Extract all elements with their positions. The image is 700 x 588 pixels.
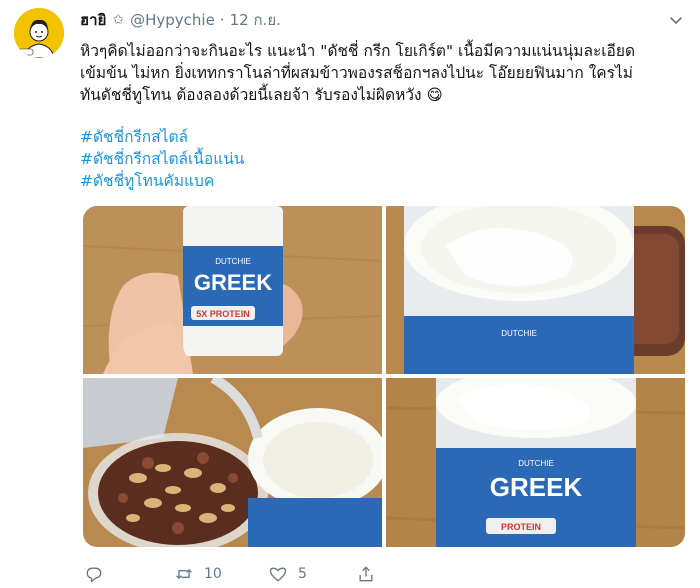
retweet-icon <box>174 564 194 584</box>
reply-button[interactable] <box>84 562 114 586</box>
hashtag-link[interactable]: #ดัชชี่ทูโทนคัมแบค <box>80 170 244 192</box>
timestamp[interactable]: 12 ก.ย. <box>230 8 281 32</box>
like-button[interactable]: 5 <box>268 562 307 586</box>
photo-product-text: GREEK <box>194 270 272 295</box>
photo-yogurt-top-view[interactable]: DUTCHIE <box>386 206 685 374</box>
retweet-button[interactable]: 10 <box>174 562 222 586</box>
avatar[interactable] <box>14 8 64 58</box>
tweet-text: หิวๆคิดไม่ออกว่าจะกินอะไร แนะนำ "ดัชชี่ … <box>80 40 680 106</box>
tweet-text-line: หิวๆคิดไม่ออกว่าจะกินอะไร แนะนำ "ดัชชี่ … <box>80 42 636 60</box>
media-grid: DUTCHIE GREEK 5X PROTEIN DUTCHIE DUTCHIE… <box>83 206 685 547</box>
photo-hand-holding-cup[interactable]: DUTCHIE GREEK 5X PROTEIN <box>83 206 382 374</box>
star-icon: ✩ <box>112 12 125 28</box>
tweet-text-line: ทันดัชชี่ทูโทน ต้องลองด้วยนี้เลยจ้า รับร… <box>80 86 443 104</box>
separator-dot: · <box>219 11 225 29</box>
reply-icon <box>84 564 104 584</box>
tweet-header: ฮายิ ✩ @Hypychie · 12 ก.ย. <box>80 10 281 30</box>
photo-claim-text: 5X PROTEIN <box>196 309 250 319</box>
like-count: 5 <box>298 566 307 582</box>
photo-product-text: GREEK <box>490 472 583 502</box>
tweet[interactable]: ฮายิ ✩ @Hypychie · 12 ก.ย. หิวๆคิดไม่ออก… <box>0 0 700 588</box>
caret-down-icon[interactable] <box>668 12 684 28</box>
retweet-count: 10 <box>204 566 222 582</box>
photo-brand-text: DUTCHIE <box>215 257 251 266</box>
photo-brand-text: DUTCHIE <box>518 459 554 468</box>
display-name[interactable]: ฮายิ <box>80 8 106 32</box>
photo-brand-text: DUTCHIE <box>501 329 537 338</box>
tweet-actions: 10 5 <box>80 562 480 586</box>
hashtag-link[interactable]: #ดัชชี่กรีกสไตล์ <box>80 126 244 148</box>
photo-claim-text: PROTEIN <box>501 522 541 532</box>
photo-granola-bowl[interactable] <box>83 378 382 547</box>
share-button[interactable] <box>356 562 386 586</box>
like-icon <box>268 564 288 584</box>
tweet-text-line: เข้มข้น ไม่หก ยิ่งเททกราโนล่าที่ผสมข้าวพ… <box>80 64 633 82</box>
hashtag-list: #ดัชชี่กรีกสไตล์ #ดัชชี่กรีกสไตล์เนื้อแน… <box>80 126 244 192</box>
user-handle[interactable]: @Hypychie <box>130 11 215 29</box>
hashtag-link[interactable]: #ดัชชี่กรีกสไตล์เนื้อแน่น <box>80 148 244 170</box>
share-icon <box>356 564 376 584</box>
photo-greek-cup[interactable]: DUTCHIE GREEK PROTEIN <box>386 378 685 547</box>
